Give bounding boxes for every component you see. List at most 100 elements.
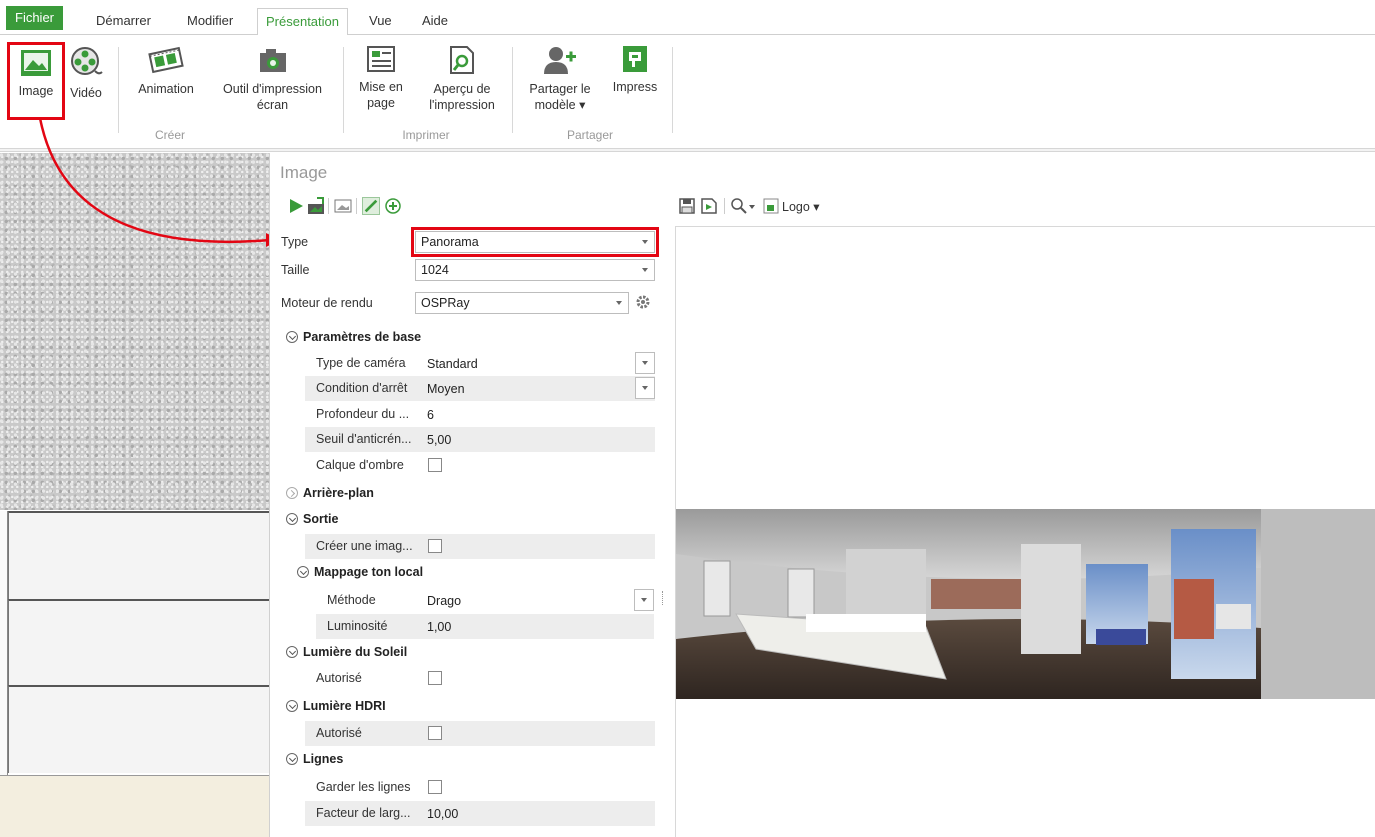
share-model-button[interactable]: Partager le modèle ▾ [520,45,600,113]
size-row: Taille 1024 [281,259,661,283]
sun-allowed-row: Autorisé [305,666,655,691]
collapse-icon [286,331,298,343]
floor [0,775,269,837]
save-icon[interactable] [678,197,696,215]
section-output[interactable]: Sortie [286,512,338,526]
pencil-icon[interactable] [362,197,380,215]
chevron-down-icon [616,301,622,305]
screen-print-label-1: Outil d'impression [223,82,322,96]
add-icon[interactable] [384,197,402,215]
type-value: Panorama [421,235,479,249]
method-label: Méthode [327,593,376,607]
method-row: Méthode Drago [316,588,654,613]
keep-lines-checkbox[interactable] [428,780,442,794]
create-image-row: Créer une imag... [305,534,655,559]
engine-dropdown[interactable]: OSPRay [415,292,629,314]
animation-button[interactable]: Animation [130,45,202,97]
3d-viewport[interactable] [0,153,269,837]
camera-type-label: Type de caméra [316,356,406,370]
section-sun-light[interactable]: Lumière du Soleil [286,645,407,659]
size-dropdown[interactable]: 1024 [415,259,655,281]
method-dropdown[interactable] [634,589,654,611]
aa-threshold-row: Seuil d'anticrén... 5,00 [305,427,655,452]
engine-label: Moteur de rendu [281,296,373,310]
method-value[interactable]: Drago [427,594,461,608]
brightness-value[interactable]: 1,00 [427,620,451,634]
create-image-checkbox[interactable] [428,539,442,553]
tab-demarrer[interactable]: Démarrer [88,8,159,35]
camera-icon [259,49,286,72]
collapse-icon [286,700,298,712]
zoom-icon[interactable] [730,197,748,215]
section-tonemap-label: Mappage ton local [314,565,424,579]
impress-icon [623,46,647,72]
expand-icon [286,487,298,499]
preview-border [676,226,1375,227]
print-preview-label-2: l'impression [429,98,495,112]
tab-fichier[interactable]: Fichier [6,6,64,30]
toolbar-separator [724,198,725,214]
tab-vue[interactable]: Vue [361,8,400,35]
chevron-down-icon [642,268,648,272]
shadow-layer-row: Calque d'ombre [305,453,655,478]
collapse-icon [286,513,298,525]
section-base-parameters[interactable]: Paramètres de base [286,330,421,344]
splitter-grip[interactable] [662,591,663,605]
size-label: Taille [281,263,310,277]
logo-dropdown[interactable]: Logo ▾ [782,199,820,214]
section-lines[interactable]: Lignes [286,752,343,766]
section-base-label: Paramètres de base [303,330,422,344]
section-hdri-label: Lumière HDRI [303,699,386,713]
video-button[interactable]: Vidéo [66,45,106,101]
image-icon[interactable] [334,197,352,215]
print-preview-button[interactable]: Aperçu de l'impression [420,45,504,113]
section-hdri-light[interactable]: Lumière HDRI [286,699,386,713]
camera-type-value[interactable]: Standard [427,357,478,371]
share-model-label-1: Partager le [529,82,591,96]
export-icon[interactable] [700,197,718,215]
keep-lines-label: Garder les lignes [316,780,411,794]
image-panel: Image Logo ▾ Type Panorama Taille 1024 M… [269,153,1375,837]
aa-threshold-value[interactable]: 5,00 [427,433,451,447]
engine-value: OSPRay [421,296,470,310]
brightness-row: Luminosité 1,00 [316,614,654,639]
sun-allowed-checkbox[interactable] [428,671,442,685]
page-layout-icon [367,46,395,72]
stop-condition-value[interactable]: Moyen [427,382,465,396]
image-button[interactable]: Image [7,42,65,120]
stop-condition-label: Condition d'arrêt [316,381,408,395]
export-image-icon[interactable] [307,197,325,215]
logo-icon[interactable] [762,197,780,215]
page-layout-button[interactable]: Mise en page [352,45,410,111]
tab-presentation[interactable]: Présentation [257,8,348,36]
play-icon[interactable] [287,197,305,215]
toolbar-separator [328,198,329,214]
depth-value[interactable]: 6 [427,408,434,422]
width-factor-label: Facteur de larg... [316,806,411,820]
tab-aide[interactable]: Aide [414,8,456,35]
screen-print-label-2: écran [256,98,289,112]
width-factor-value[interactable]: 10,00 [427,807,458,821]
shadow-layer-label: Calque d'ombre [316,458,404,472]
type-dropdown[interactable]: Panorama [411,227,659,257]
depth-label: Profondeur du ... [316,407,410,421]
gear-icon[interactable] [635,294,651,310]
tab-modifier[interactable]: Modifier [179,8,241,35]
shadow-layer-checkbox[interactable] [428,458,442,472]
ribbon-group-separator [672,47,673,133]
chevron-down-icon [642,240,648,244]
camera-type-dropdown[interactable] [635,352,655,374]
hdri-allowed-checkbox[interactable] [428,726,442,740]
add-user-icon [544,47,576,74]
ribbon-panel: Image Vidéo Animation Outil d'impression… [0,35,1375,148]
film-strip-icon [148,46,184,74]
section-tonemap[interactable]: Mappage ton local [297,565,423,579]
chevron-down-icon[interactable] [749,205,755,209]
screen-print-tool-button[interactable]: Outil d'impression écran [215,45,330,113]
group-label-create: Créer [154,128,185,142]
section-background[interactable]: Arrière-plan [286,486,374,500]
stop-condition-dropdown[interactable] [635,377,655,399]
share-model-label-2: modèle ▾ [534,98,586,112]
print-preview-label-1: Aperçu de [433,82,491,96]
impress-button[interactable]: Impress [606,45,664,95]
